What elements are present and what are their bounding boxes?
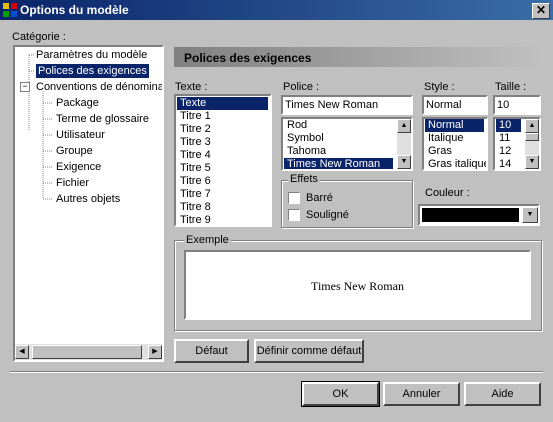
scroll-up-icon[interactable]: ▲: [525, 119, 539, 133]
scroll-up-icon[interactable]: ▲: [397, 119, 411, 133]
scroll-down-icon[interactable]: ▼: [397, 155, 411, 169]
tree-item-autres-objets[interactable]: Autres objets: [56, 192, 120, 206]
style-label: Style :: [424, 81, 455, 93]
scroll-thumb[interactable]: [32, 345, 142, 359]
exemple-label: Exemple: [184, 234, 231, 246]
taille-item-10[interactable]: 10: [496, 119, 521, 132]
taille-item-11[interactable]: 11: [496, 132, 510, 145]
police-label: Police :: [283, 81, 320, 93]
police-scrollbar[interactable]: ▲ ▼: [397, 119, 411, 169]
collapse-icon[interactable]: −: [20, 82, 30, 92]
scroll-down-icon[interactable]: ▼: [525, 155, 539, 169]
police-input-value: Times New Roman: [285, 99, 379, 111]
taille-scrollbar[interactable]: ▲ ▼: [525, 119, 539, 169]
chevron-down-icon[interactable]: ▼: [522, 207, 538, 223]
tree-item-utilisateur[interactable]: Utilisateur: [56, 128, 105, 142]
tree-item-conventions-denomination[interactable]: Conventions de dénomination: [36, 80, 162, 94]
tree-item-exigence[interactable]: Exigence: [56, 160, 101, 174]
close-icon: ✕: [535, 3, 547, 17]
title-bar[interactable]: Options du modèle ✕: [0, 0, 553, 20]
defaut-button[interactable]: Défaut: [174, 339, 249, 363]
texte-item-titre7[interactable]: Titre 7: [177, 188, 211, 201]
app-icon: [3, 3, 17, 17]
window-title: Options du modèle: [20, 3, 129, 17]
taille-input[interactable]: 10: [493, 95, 541, 115]
police-list[interactable]: Rod Symbol Tahoma Times New Roman ▲ ▼: [281, 117, 413, 171]
tree-item-groupe[interactable]: Groupe: [56, 144, 93, 158]
taille-item-12[interactable]: 12: [496, 145, 511, 158]
texte-item-titre2[interactable]: Titre 2: [177, 123, 211, 136]
style-list[interactable]: Normal Italique Gras Gras italique: [422, 117, 488, 171]
couleur-dropdown[interactable]: ▼: [418, 204, 540, 226]
police-item-rod[interactable]: Rod: [284, 119, 307, 132]
texte-list[interactable]: Texte Titre 1 Titre 2 Titre 3 Titre 4 Ti…: [174, 94, 272, 227]
police-input[interactable]: Times New Roman: [281, 95, 413, 115]
style-input-value: Normal: [426, 99, 462, 111]
style-input[interactable]: Normal: [422, 95, 488, 115]
police-item-times[interactable]: Times New Roman: [284, 158, 393, 169]
separator: [10, 371, 543, 373]
police-item-tahoma[interactable]: Tahoma: [284, 145, 326, 158]
style-item-gras-italique[interactable]: Gras italique: [425, 158, 486, 169]
panel-header-title: Polices des exigences: [184, 51, 312, 65]
style-item-gras[interactable]: Gras: [425, 145, 452, 158]
couleur-label: Couleur :: [425, 187, 470, 199]
tree-item-parametres-modele[interactable]: Paramètres du modèle: [36, 48, 147, 62]
definir-defaut-button[interactable]: Définir comme défaut: [254, 339, 364, 363]
barre-checkbox[interactable]: [288, 192, 300, 204]
taille-list[interactable]: 10 11 12 14 ▲ ▼: [493, 117, 541, 171]
taille-item-14[interactable]: 14: [496, 158, 511, 169]
annuler-button[interactable]: Annuler: [383, 382, 460, 406]
effets-label: Effets: [288, 173, 320, 185]
barre-label[interactable]: Barré: [306, 192, 333, 204]
souligne-label[interactable]: Souligné: [306, 209, 349, 221]
scroll-thumb[interactable]: [525, 133, 539, 141]
aide-button[interactable]: Aide: [464, 382, 541, 406]
panel-header: Polices des exigences: [174, 47, 542, 67]
texte-item-titre8[interactable]: Titre 8: [177, 201, 211, 214]
texte-item-titre4[interactable]: Titre 4: [177, 149, 211, 162]
style-item-normal[interactable]: Normal: [425, 119, 484, 132]
category-label: Catégorie :: [12, 31, 66, 43]
exemple-preview: Times New Roman: [184, 250, 531, 320]
souligne-checkbox[interactable]: [288, 209, 300, 221]
style-item-italique[interactable]: Italique: [425, 132, 463, 145]
couleur-swatch: [422, 208, 519, 222]
scroll-right-icon[interactable]: ▶: [148, 345, 162, 359]
ok-button[interactable]: OK: [301, 381, 380, 407]
tree-item-fichier[interactable]: Fichier: [56, 176, 89, 190]
texte-label: Texte :: [175, 81, 208, 93]
police-item-symbol[interactable]: Symbol: [284, 132, 324, 145]
texte-item-titre9[interactable]: Titre 9: [177, 214, 211, 225]
texte-item-titre1[interactable]: Titre 1: [177, 110, 211, 123]
tree-horizontal-scrollbar[interactable]: ◀ ▶: [15, 344, 162, 360]
tree-item-polices-exigences[interactable]: Polices des exigences: [36, 64, 149, 78]
scroll-left-icon[interactable]: ◀: [15, 345, 29, 359]
texte-item-titre6[interactable]: Titre 6: [177, 175, 211, 188]
tree-item-terme-glossaire[interactable]: Terme de glossaire: [56, 112, 149, 126]
taille-input-value: 10: [497, 99, 510, 111]
taille-label: Taille :: [495, 81, 527, 93]
texte-item-titre5[interactable]: Titre 5: [177, 162, 211, 175]
close-button[interactable]: ✕: [532, 3, 550, 19]
texte-item-titre3[interactable]: Titre 3: [177, 136, 211, 149]
exemple-text: Times New Roman: [311, 279, 404, 293]
category-tree[interactable]: − Paramètres du modèle Polices des exige…: [13, 45, 164, 362]
texte-item-texte[interactable]: Texte: [177, 97, 268, 110]
tree-item-package[interactable]: Package: [56, 96, 99, 110]
